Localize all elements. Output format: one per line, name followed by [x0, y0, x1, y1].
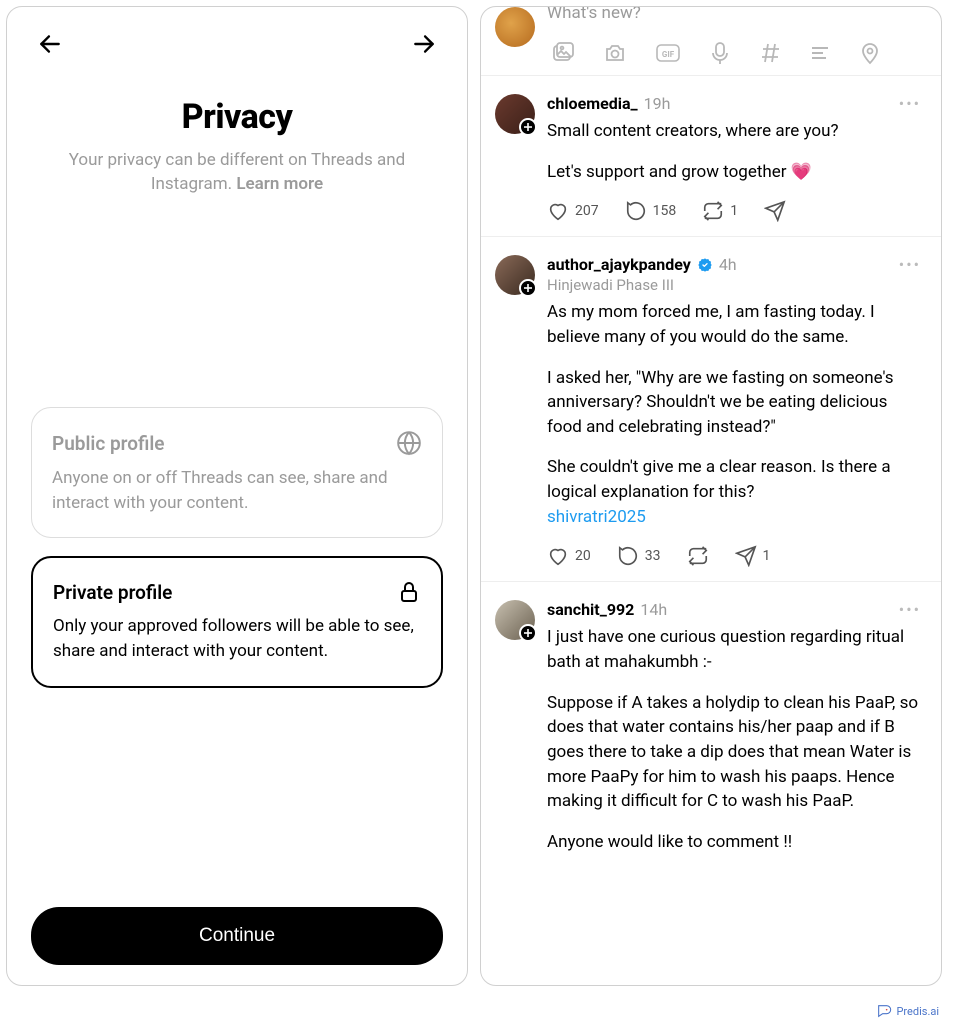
privacy-onboarding-panel: Privacy Your privacy can be different on…	[6, 6, 468, 986]
watermark: Predis.ai	[876, 1004, 939, 1018]
option-description: Anyone on or off Threads can see, share …	[52, 466, 422, 515]
add-follow-badge-icon[interactable]	[519, 279, 537, 297]
post-text: I just have one curious question regardi…	[547, 625, 923, 854]
gif-icon[interactable]: GIF	[655, 41, 681, 65]
composer[interactable]: What's new? GIF	[481, 7, 941, 75]
post-paragraph: Small content creators, where are you?	[547, 119, 923, 144]
hashtag-link[interactable]: shivratri2025	[547, 507, 646, 527]
verified-badge-icon	[697, 257, 713, 273]
comment-count: 158	[653, 203, 677, 219]
share-button[interactable]	[764, 200, 786, 222]
avatar[interactable]	[495, 94, 535, 134]
post-paragraph: Let's support and grow together 💗	[547, 160, 923, 185]
composer-placeholder[interactable]: What's new?	[547, 6, 925, 23]
post: chloemedia_ 19h ••• Small content creato…	[481, 75, 941, 236]
continue-button[interactable]: Continue	[31, 907, 443, 965]
post-paragraph: I asked her, "Why are we fasting on some…	[547, 366, 923, 440]
post-paragraph: She couldn't give me a clear reason. Is …	[547, 455, 923, 529]
watermark-text: Predis.ai	[896, 1005, 939, 1018]
post-location[interactable]: Hinjewadi Phase III	[547, 276, 923, 294]
post: author_ajaykpandey 4h ••• Hinjewadi Phas…	[481, 236, 941, 581]
post-text: Small content creators, where are you? L…	[547, 119, 923, 184]
back-arrow-icon[interactable]	[37, 31, 63, 57]
post-text: As my mom forced me, I am fasting today.…	[547, 300, 923, 529]
avatar[interactable]	[495, 7, 535, 47]
poll-icon[interactable]	[809, 41, 831, 65]
forward-arrow-icon[interactable]	[411, 31, 437, 57]
feed-panel: What's new? GIF chloemedia_	[480, 6, 942, 986]
option-description: Only your approved followers will be abl…	[53, 614, 421, 663]
add-follow-badge-icon[interactable]	[519, 118, 537, 136]
post-paragraph: Suppose if A takes a holydip to clean hi…	[547, 691, 923, 814]
comment-button[interactable]: 158	[625, 200, 677, 222]
post-timestamp: 4h	[719, 255, 737, 274]
like-button[interactable]: 20	[547, 545, 591, 567]
post-username[interactable]: chloemedia_	[547, 94, 638, 113]
globe-icon	[396, 430, 422, 456]
more-options-icon[interactable]: •••	[897, 600, 923, 619]
more-options-icon[interactable]: •••	[897, 94, 923, 113]
post-username[interactable]: sanchit_992	[547, 600, 634, 619]
add-follow-badge-icon[interactable]	[519, 624, 537, 642]
like-count: 207	[575, 203, 599, 219]
location-icon[interactable]	[859, 41, 881, 65]
post-paragraph: As my mom forced me, I am fasting today.…	[547, 300, 923, 349]
learn-more-link[interactable]: Learn more	[236, 174, 323, 194]
camera-icon[interactable]	[603, 41, 627, 65]
post-timestamp: 14h	[640, 600, 667, 619]
lock-icon	[397, 580, 421, 604]
post-paragraph: Anyone would like to comment !!	[547, 830, 923, 855]
option-title: Private profile	[53, 581, 172, 604]
option-public-profile[interactable]: Public profile Anyone on or off Threads …	[31, 407, 443, 538]
like-count: 20	[575, 548, 591, 564]
avatar[interactable]	[495, 600, 535, 640]
post-username[interactable]: author_ajaykpandey	[547, 255, 691, 274]
avatar[interactable]	[495, 255, 535, 295]
share-count: 1	[763, 548, 771, 564]
share-button[interactable]: 1	[735, 545, 771, 567]
watermark-icon	[876, 1004, 892, 1018]
repost-button[interactable]: 1	[702, 200, 738, 222]
option-title: Public profile	[52, 432, 165, 455]
comment-count: 33	[645, 548, 661, 564]
post: sanchit_992 14h ••• I just have one curi…	[481, 581, 941, 868]
page-subtitle: Your privacy can be different on Threads…	[7, 149, 467, 197]
hashtag-icon[interactable]	[759, 41, 781, 65]
repost-count: 1	[730, 203, 738, 219]
repost-button[interactable]	[687, 545, 709, 567]
comment-button[interactable]: 33	[617, 545, 661, 567]
svg-text:GIF: GIF	[662, 50, 675, 59]
image-icon[interactable]	[551, 41, 575, 65]
option-private-profile[interactable]: Private profile Only your approved follo…	[31, 556, 443, 687]
page-title: Privacy	[7, 97, 467, 137]
like-button[interactable]: 207	[547, 200, 599, 222]
post-timestamp: 19h	[644, 94, 671, 113]
post-paragraph: I just have one curious question regardi…	[547, 625, 923, 674]
microphone-icon[interactable]	[709, 41, 731, 65]
more-options-icon[interactable]: •••	[897, 255, 923, 274]
